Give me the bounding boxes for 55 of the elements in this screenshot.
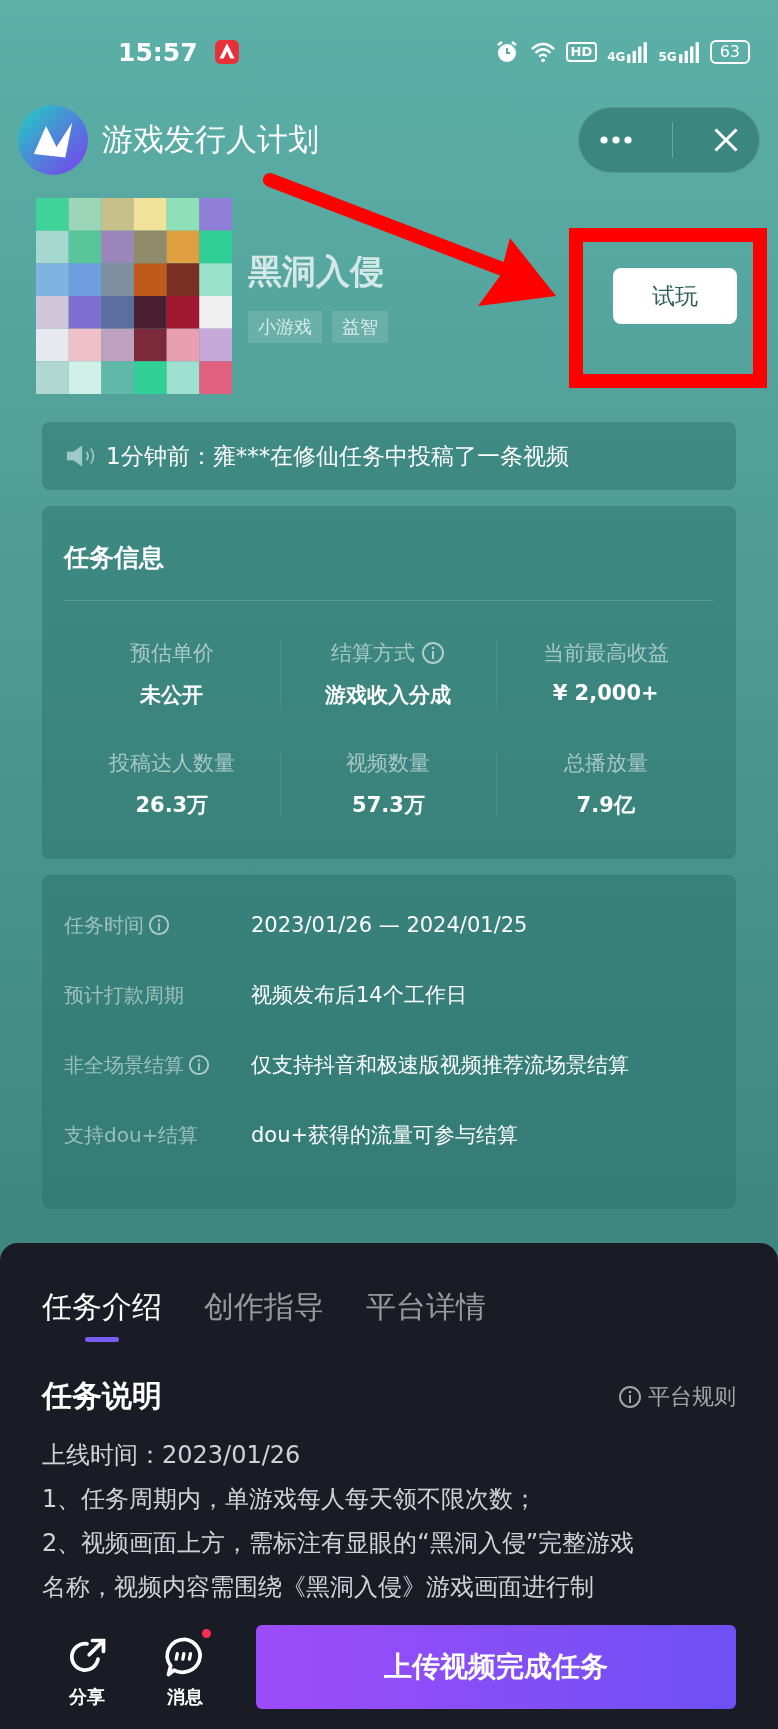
section-title: 任务说明 — [42, 1377, 162, 1415]
description-text: 2、视频画面上方，需标注有显眼的“黑洞入侵”完整游戏 — [42, 1528, 636, 1559]
battery-indicator: 63 — [709, 40, 750, 64]
description-text: 名称，视频内容需围绕《黑洞入侵》游戏画面进行制 — [42, 1572, 595, 1603]
stat-value: 7.9亿 — [576, 792, 635, 819]
description-text: 上线时间：2023/01/26 — [42, 1440, 302, 1471]
action-button[interactable]: 消息 — [140, 1625, 230, 1709]
detail-label: 支持dou+结算 — [64, 1121, 199, 1149]
info-icon[interactable] — [421, 641, 446, 665]
network-label: HD — [565, 42, 598, 62]
network-label: 4G — [607, 51, 626, 63]
app-notification-icon — [213, 39, 240, 65]
detail-label: 任务时间 — [64, 911, 144, 939]
close-icon[interactable] — [711, 126, 740, 154]
info-icon[interactable] — [188, 1054, 210, 1076]
signal-icon — [626, 41, 649, 63]
app-title: 游戏发行人计划 — [102, 120, 320, 159]
stat-value: 57.3万 — [352, 792, 425, 819]
stat-value: 26.3万 — [135, 792, 209, 819]
info-icon — [618, 1384, 642, 1409]
card-title: 任务信息 — [64, 542, 165, 574]
detail-value: dou+获得的流量可参与结算 — [251, 1122, 519, 1149]
stat-label: 投稿达人数量 — [108, 750, 235, 777]
stat-label: 当前最高收益 — [542, 640, 669, 667]
tab[interactable]: 平台详情 — [366, 1287, 486, 1342]
more-icon[interactable] — [598, 134, 635, 146]
notice-text: 1分钟前：雍***在修仙任务中投稿了一条视频 — [106, 441, 570, 471]
detail-value: 视频发布后14个工作日 — [251, 982, 467, 1009]
description-text: 1、任务周期内，单游戏每人每天领不限次数； — [42, 1484, 539, 1515]
stat-label: 预估单价 — [129, 640, 214, 667]
stat-value: 游戏收入分成 — [325, 682, 452, 709]
category-tag: 小游戏 — [248, 311, 322, 343]
detail-value: 仅支持抖音和极速版视频推荐流场景结算 — [251, 1052, 629, 1079]
status-time: 15:57 — [118, 37, 198, 67]
detail-label: 非全场景结算 — [64, 1051, 184, 1079]
info-icon[interactable] — [148, 914, 170, 936]
category-tag: 益智 — [332, 311, 388, 343]
stat-value: ¥ 2,000+ — [552, 681, 659, 705]
stat-value: 未公开 — [140, 682, 204, 709]
detail-value: 2023/01/26 — 2024/01/25 — [251, 913, 528, 937]
stat-label: 结算方式 — [331, 640, 416, 667]
wifi-icon — [529, 40, 556, 64]
stat-label: 视频数量 — [346, 750, 431, 777]
game-title: 黑洞入侵 — [248, 250, 385, 293]
detail-label: 预计打款周期 — [64, 981, 184, 1009]
try-play-button[interactable]: 试玩 — [613, 268, 737, 324]
rules-link[interactable]: 平台规则 — [618, 1381, 736, 1412]
upload-video-button[interactable]: 上传视频完成任务 — [256, 1625, 736, 1709]
signal-icon — [677, 41, 700, 63]
tab[interactable]: 任务介绍 — [42, 1287, 162, 1342]
action-button[interactable]: 分享 — [42, 1625, 132, 1709]
app-logo-icon — [18, 105, 88, 175]
tab[interactable]: 创作指导 — [204, 1287, 324, 1342]
stat-label: 总播放量 — [563, 750, 648, 777]
network-label: 5G — [658, 51, 677, 63]
